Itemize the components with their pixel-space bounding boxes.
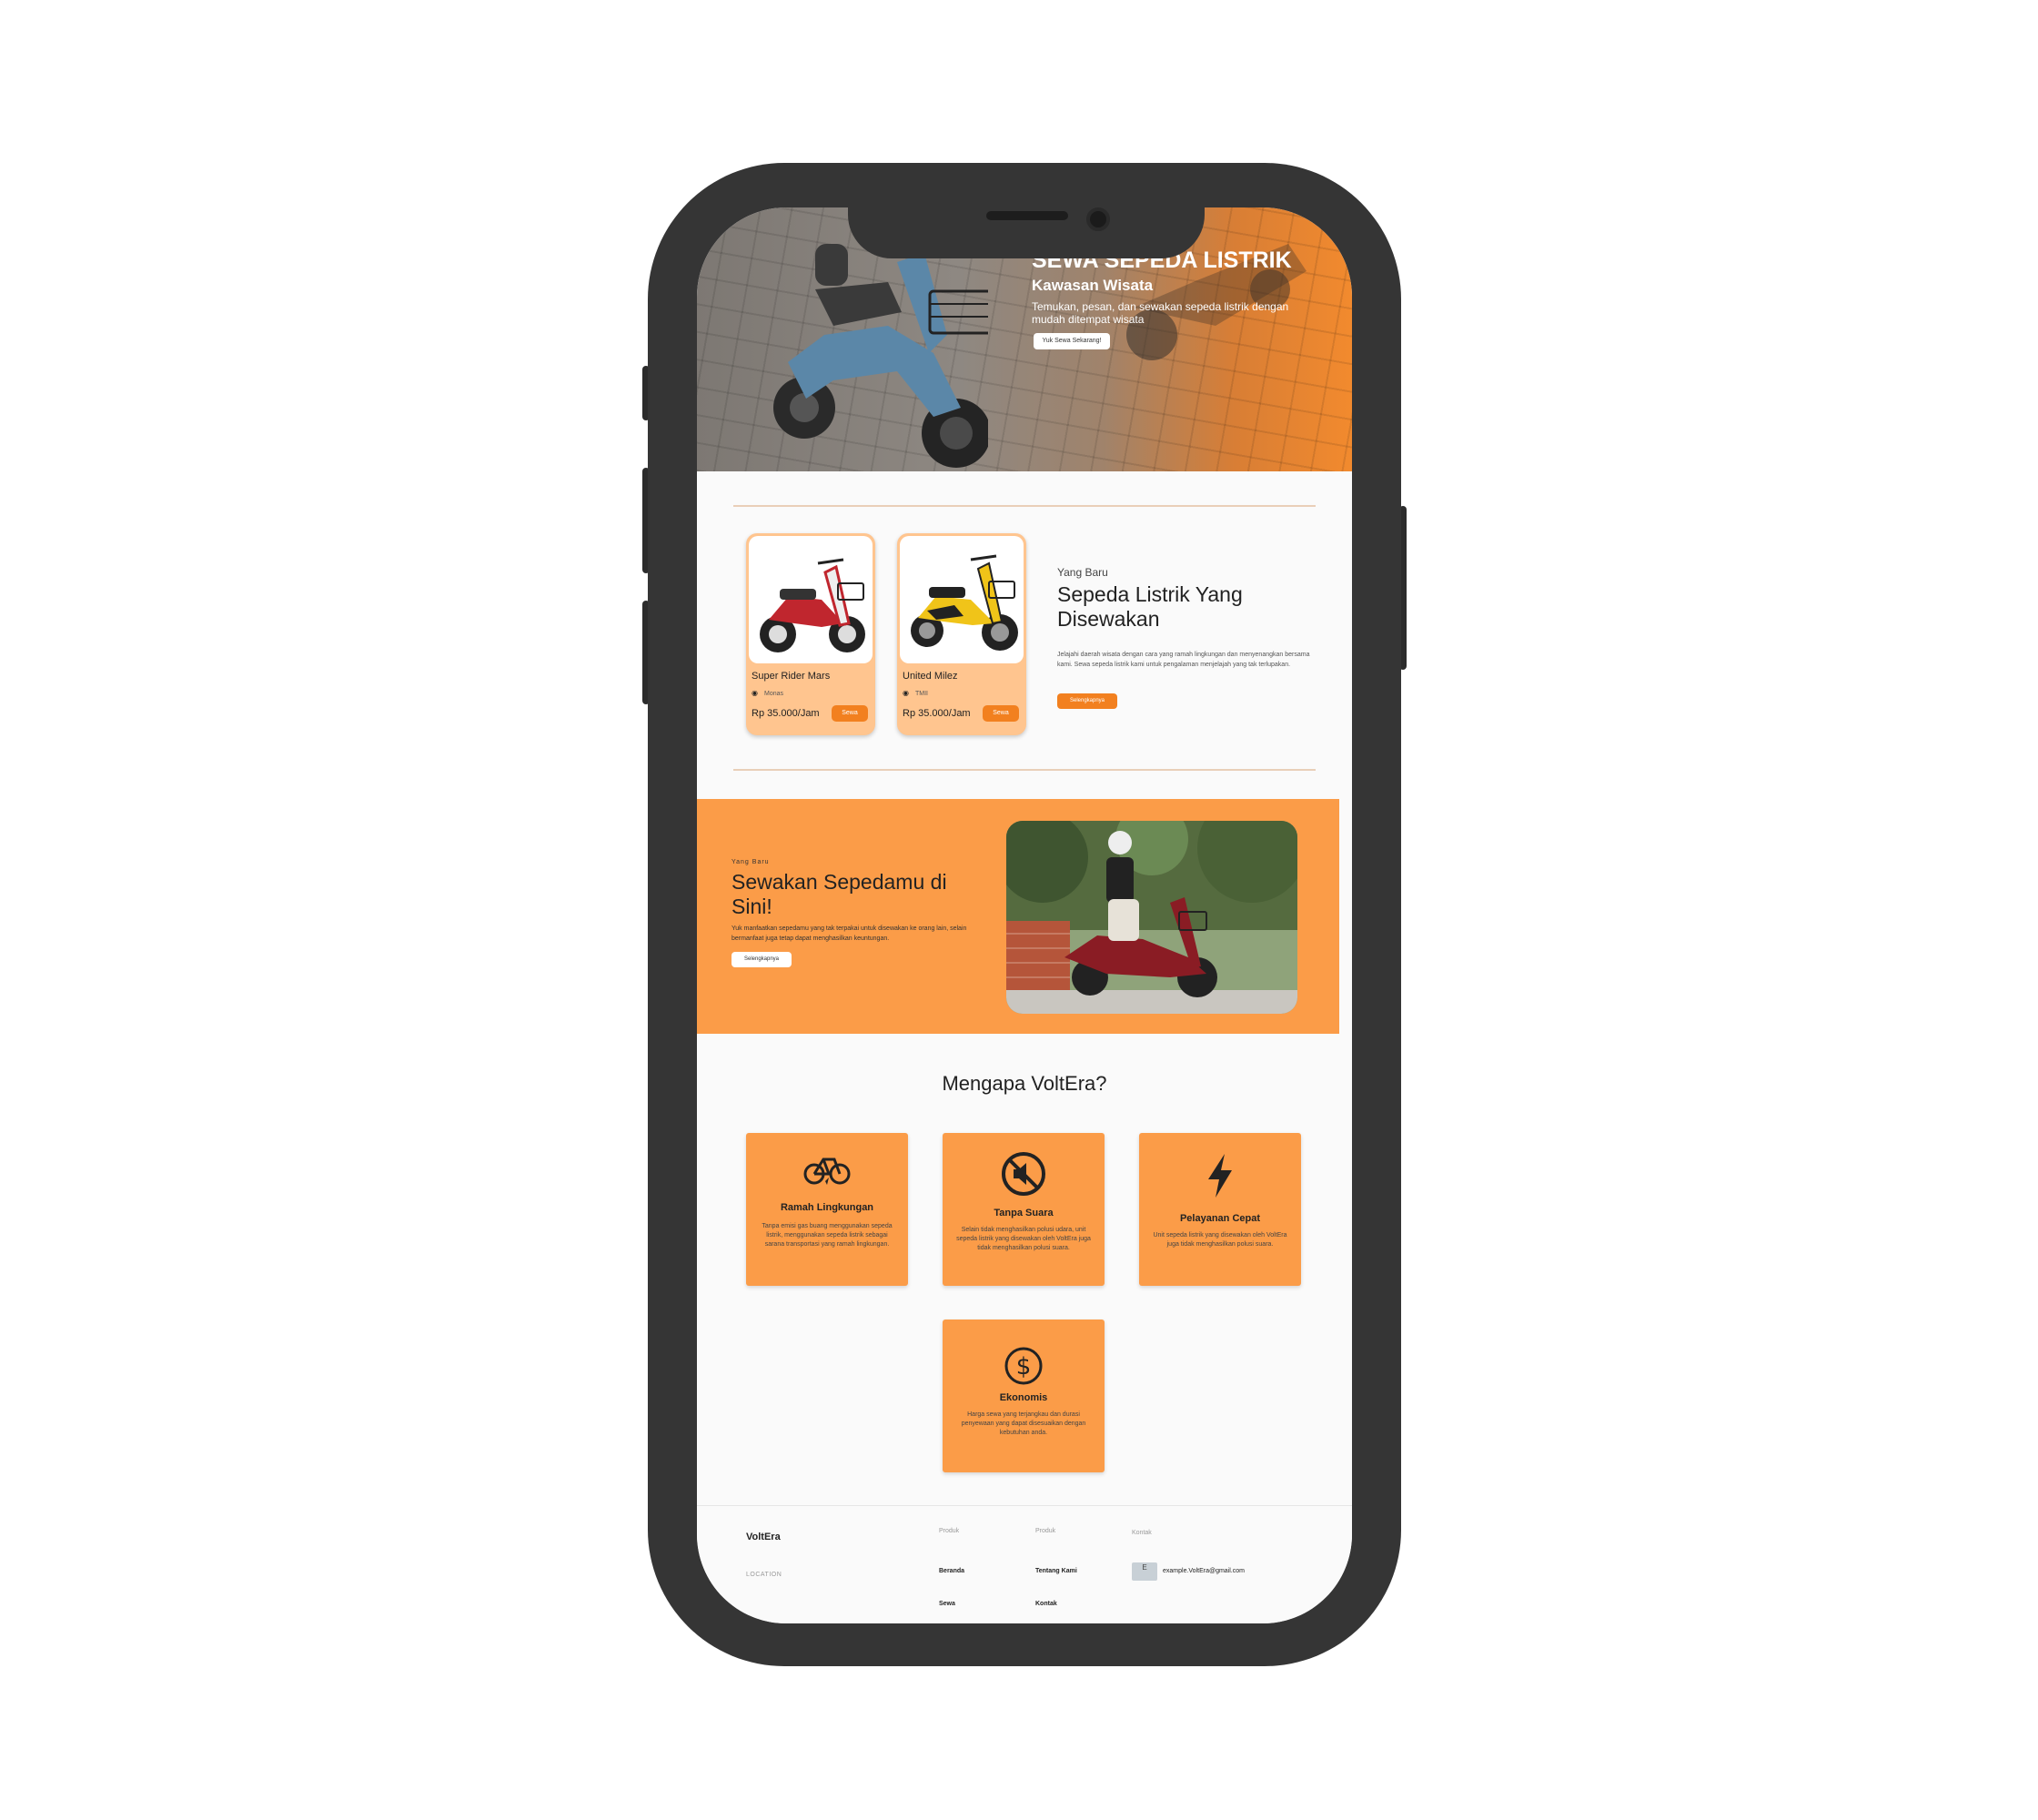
phone-screen: SEWA SEPEDA LISTRIK Kawasan Wisata Temuk…	[697, 207, 1352, 1623]
bike-image	[900, 536, 1024, 663]
why-title: Mengapa VoltEra?	[942, 1072, 1107, 1095]
feature-title: Ekonomis	[999, 1392, 1048, 1403]
feature-description: Harga sewa yang terjangkau dan durasi pe…	[961, 1411, 1086, 1436]
promo-banner: Yang Baru Sewakan Sepedamu di Sini! Yuk …	[697, 799, 1339, 1034]
phone-speaker	[986, 211, 1068, 220]
footer-brand: VoltEra	[746, 1532, 781, 1542]
footer-link-sewa[interactable]: Sewa	[939, 1601, 955, 1607]
rentals-description: Jelajahi daerah wisata dengan cara yang …	[1057, 652, 1310, 668]
rent-button[interactable]: Sewa	[832, 705, 868, 722]
scooter-yellow-image	[911, 554, 1018, 651]
rentals-kicker: Yang Baru	[1057, 566, 1108, 579]
feature-description: Tanpa emisi gas buang menggunakan sepeda…	[762, 1223, 893, 1248]
footer-link-tentang-kami[interactable]: Tentang Kami	[1035, 1568, 1077, 1574]
feature-card-1: Ramah Lingkungan Tanpa emisi gas buang m…	[746, 1133, 908, 1286]
bike-location: Monas	[764, 691, 784, 697]
footer-link-beranda[interactable]: Beranda	[939, 1568, 964, 1574]
hero-subtitle: Kawasan Wisata	[1032, 277, 1154, 294]
promo-more-button[interactable]: Selengkapnya	[731, 952, 792, 967]
bike-price: Rp 35.000/Jam	[752, 708, 820, 719]
hero-description: Temukan, pesan, dan sewakan sepeda listr…	[1032, 300, 1289, 326]
promo-photo	[1006, 821, 1297, 1014]
hero-cta-button[interactable]: Yuk Sewa Sekarang!	[1034, 333, 1110, 349]
feature-description: Selain tidak menghasilkan polusi udara, …	[956, 1227, 1091, 1251]
email-icon: E	[1132, 1562, 1157, 1581]
feature-description: Unit sepeda listrik yang disewakan oleh …	[1153, 1232, 1287, 1248]
footer-email[interactable]: example.VoltEra@gmail.com	[1163, 1568, 1245, 1574]
footer-heading-contact: Kontak	[1132, 1530, 1152, 1536]
bike-location: TMII	[915, 691, 928, 697]
feature-card-2: Tanpa Suara Selain tidak menghasilkan po…	[943, 1133, 1105, 1286]
svg-text:$: $	[1016, 1353, 1032, 1380]
promo-description: Yuk manfaatkan sepedamu yang tak terpaka…	[731, 925, 967, 942]
woman-on-scooter-image	[1006, 821, 1297, 1014]
rentals-title: Sepeda Listrik Yang Disewakan	[1057, 582, 1243, 631]
mute-icon	[943, 1151, 1105, 1197]
bike-name: United Milez	[903, 671, 958, 682]
bike-image	[749, 536, 873, 663]
footer: VoltEra LOCATION Produk Beranda Sewa Pro…	[697, 1505, 1352, 1623]
feature-card-3: Pelayanan Cepat Unit sepeda listrik yang…	[1139, 1133, 1301, 1286]
footer-heading-2: Produk	[1035, 1528, 1056, 1534]
promo-title: Sewakan Sepedamu di Sini!	[731, 870, 947, 918]
bike-price: Rp 35.000/Jam	[903, 708, 971, 719]
footer-heading-1: Produk	[939, 1528, 960, 1534]
promo-kicker: Yang Baru	[731, 859, 770, 865]
feature-card-4: $ Ekonomis Harga sewa yang terjangkau da…	[943, 1320, 1105, 1472]
bicycle-icon	[746, 1146, 908, 1191]
bike-card-2[interactable]: United Milez ◉ TMII Rp 35.000/Jam Sewa	[897, 533, 1026, 735]
rent-button[interactable]: Sewa	[983, 705, 1019, 722]
location-pin-icon: ◉	[903, 689, 909, 697]
scooter-red-image	[760, 558, 865, 652]
feature-title: Pelayanan Cepat	[1179, 1213, 1261, 1224]
footer-link-kontak[interactable]: Kontak	[1035, 1601, 1057, 1607]
rentals-more-button[interactable]: Selengkapnya	[1057, 693, 1117, 709]
location-pin-icon: ◉	[752, 689, 758, 697]
phone-camera	[1086, 207, 1110, 231]
section-divider-bottom	[733, 769, 1316, 771]
feature-title: Ramah Lingkungan	[780, 1202, 874, 1213]
section-divider-top	[733, 505, 1316, 507]
hero-scooter-image	[773, 244, 988, 468]
bike-name: Super Rider Mars	[752, 671, 831, 682]
dollar-icon: $	[943, 1343, 1105, 1389]
bike-card-1[interactable]: Super Rider Mars ◉ Monas Rp 35.000/Jam S…	[746, 533, 875, 735]
footer-location: LOCATION	[746, 1572, 782, 1578]
feature-title: Tanpa Suara	[994, 1208, 1054, 1218]
lightning-icon	[1139, 1153, 1301, 1198]
